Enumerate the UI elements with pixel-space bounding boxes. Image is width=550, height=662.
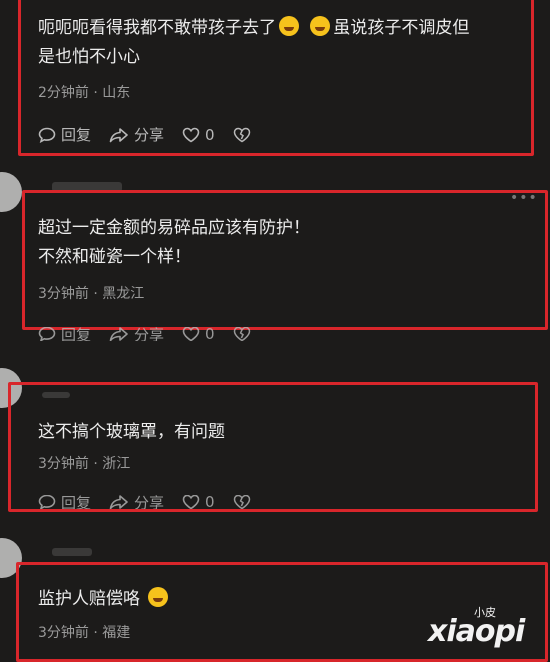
- broken-heart-icon: [233, 127, 250, 142]
- share-icon: [109, 495, 128, 509]
- like-count: 0: [205, 327, 215, 341]
- comment-1-meta: 2分钟前 · 山东: [38, 82, 130, 102]
- broken-heart-icon: [233, 327, 250, 341]
- comment-location: 黑龙江: [102, 286, 145, 302]
- comment-1-text-part2: 虽说孩子不调皮但: [333, 18, 470, 38]
- reply-label: 回复: [61, 327, 92, 341]
- reply-icon: [38, 327, 56, 341]
- reply-icon: [38, 127, 56, 143]
- comment-2-text-line1: 超过一定金额的易碎品应该有防护！: [38, 218, 310, 238]
- share-icon: [109, 127, 128, 142]
- comment-1-text-line2: 是也怕不小心: [38, 47, 140, 67]
- share-button[interactable]: 分享: [109, 327, 164, 341]
- avatar[interactable]: [0, 172, 22, 212]
- broken-heart-icon: [233, 495, 250, 509]
- comment-time: 3分钟前: [38, 286, 89, 302]
- share-label: 分享: [134, 327, 165, 341]
- share-icon: [109, 327, 128, 341]
- username-blurred: [52, 548, 92, 556]
- comment-3-actions: 回复 分享 0: [38, 495, 274, 509]
- like-count: 0: [205, 125, 215, 144]
- comment-time: 2分钟前: [38, 85, 89, 101]
- reply-label: 回复: [61, 495, 92, 509]
- reply-icon: [38, 495, 56, 509]
- like-button[interactable]: 0: [182, 495, 215, 509]
- comment-3-text-line1: 这不搞个玻璃罩，有问题: [38, 422, 225, 442]
- laughing-emoji-icon: [310, 16, 331, 36]
- reply-label: 回复: [61, 126, 92, 144]
- comment-location: 福建: [102, 625, 131, 641]
- dislike-button[interactable]: [233, 495, 256, 509]
- like-button[interactable]: 0: [182, 327, 215, 341]
- like-button[interactable]: 0: [182, 126, 215, 144]
- share-label: 分享: [134, 126, 165, 144]
- comment-location: 山东: [102, 85, 131, 101]
- highlight-box-comment-3: [8, 382, 538, 512]
- laughing-emoji-icon: [279, 16, 299, 36]
- comment-4-text: 监护人赔偿咯: [38, 585, 338, 614]
- watermark-logo: xiaopi: [428, 614, 525, 649]
- meta-separator: ·: [93, 625, 98, 641]
- reply-button[interactable]: 回复: [38, 327, 91, 341]
- comment-2-meta: 3分钟前 · 黑龙江: [38, 283, 144, 303]
- comment-2-text-line2: 不然和碰瓷一个样！: [38, 247, 191, 267]
- thinking-emoji-icon: [148, 587, 168, 607]
- meta-separator: ·: [93, 286, 98, 302]
- comment-1-text: 呃呃呃看得我都不敢带孩子去了 虽说孩子不调皮但 是也怕不小心: [38, 14, 528, 72]
- like-count: 0: [205, 495, 215, 509]
- comment-time: 3分钟前: [38, 625, 89, 641]
- reply-button[interactable]: 回复: [38, 495, 91, 509]
- comment-location: 浙江: [102, 456, 131, 472]
- share-button[interactable]: 分享: [109, 124, 164, 145]
- share-label: 分享: [134, 495, 165, 509]
- comment-4-meta: 3分钟前 · 福建: [38, 622, 130, 642]
- share-button[interactable]: 分享: [109, 495, 164, 509]
- dislike-button[interactable]: [233, 327, 256, 341]
- heart-icon: [182, 327, 200, 341]
- comment-2-text: 超过一定金额的易碎品应该有防护！ 不然和碰瓷一个样！: [38, 214, 528, 272]
- meta-separator: ·: [93, 456, 98, 472]
- comment-1-text-part1: 呃呃呃看得我都不敢带孩子去了: [38, 18, 276, 38]
- comment-2-actions: 回复 分享 0: [38, 327, 274, 341]
- comment-3-text: 这不搞个玻璃罩，有问题: [38, 418, 528, 447]
- comment-4-text-line1: 监护人赔偿咯: [38, 589, 140, 609]
- dislike-button[interactable]: [233, 127, 256, 143]
- comment-1-actions: 回复 分享 0: [38, 124, 274, 145]
- heart-icon: [182, 495, 200, 509]
- comment-3-meta: 3分钟前 · 浙江: [38, 453, 130, 473]
- meta-separator: ·: [93, 85, 98, 101]
- comment-time: 3分钟前: [38, 456, 89, 472]
- heart-icon: [182, 127, 200, 142]
- reply-button[interactable]: 回复: [38, 124, 91, 145]
